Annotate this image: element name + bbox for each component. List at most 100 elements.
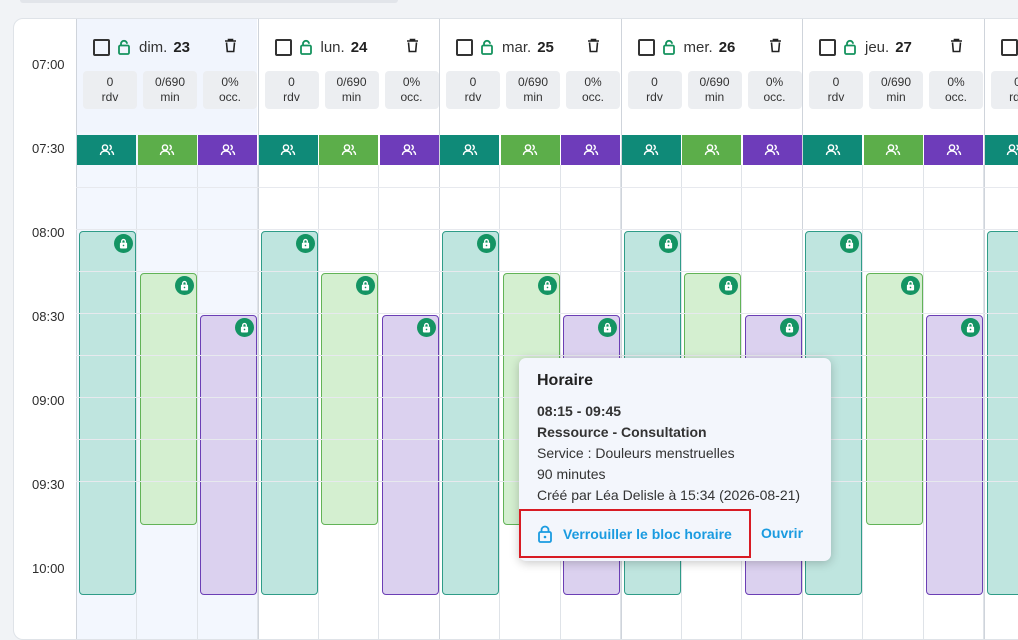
popover-duration: 90 minutes — [537, 466, 605, 482]
schedule-block[interactable] — [200, 315, 257, 595]
stat-label: occ. — [203, 90, 257, 105]
day-header: jeu.270rdv0/690min0%occ. — [803, 19, 983, 132]
day-title: mer.26 — [638, 37, 736, 57]
stat-label: min — [869, 90, 923, 105]
resource-green-button[interactable] — [864, 135, 923, 165]
lock-time-block-button[interactable]: Verrouiller le bloc horaire — [519, 509, 751, 558]
locked-lock-icon[interactable] — [296, 234, 315, 253]
trash-icon[interactable] — [406, 38, 419, 53]
resource-teal-button[interactable] — [259, 135, 318, 165]
trash-icon[interactable] — [769, 38, 782, 53]
day-header: lun.240rdv0/690min0%occ. — [259, 19, 439, 132]
stat-value: 0 — [446, 75, 500, 90]
schedule-block[interactable] — [987, 231, 1018, 595]
stat-label: rdv — [991, 90, 1018, 105]
schedule-block[interactable] — [442, 231, 499, 595]
resource-purple-button[interactable] — [198, 135, 257, 165]
resource-purple-button[interactable] — [380, 135, 439, 165]
schedule-block[interactable] — [321, 273, 378, 525]
locked-lock-icon[interactable] — [235, 318, 254, 337]
locked-lock-icon[interactable] — [719, 276, 738, 295]
resource-teal-button[interactable] — [440, 135, 499, 165]
schedule-block[interactable] — [140, 273, 197, 525]
resource-teal-button[interactable] — [985, 135, 1018, 165]
checkbox-icon[interactable] — [93, 39, 110, 56]
schedule-block[interactable] — [926, 315, 983, 595]
resource-purple-button[interactable] — [924, 135, 983, 165]
resource-green-button[interactable] — [501, 135, 560, 165]
resource-buttons — [985, 135, 1018, 165]
locked-lock-icon[interactable] — [538, 276, 557, 295]
locked-lock-icon[interactable] — [175, 276, 194, 295]
time-label: 07:30 — [32, 141, 65, 156]
stat-label: min — [506, 90, 560, 105]
people-icon — [825, 144, 841, 156]
stat-value: 0/690 — [869, 75, 923, 90]
stat-label: rdv — [446, 90, 500, 105]
checkbox-icon[interactable] — [275, 39, 292, 56]
checkbox-icon[interactable] — [638, 39, 655, 56]
checkbox-icon[interactable] — [456, 39, 473, 56]
schedule-block[interactable] — [261, 231, 318, 595]
stat-label: min — [325, 90, 379, 105]
lock-icon — [537, 525, 553, 543]
grid-line — [76, 187, 1018, 188]
day-stat: 0%occ. — [385, 71, 439, 109]
locked-lock-icon[interactable] — [598, 318, 617, 337]
day-name: dim. — [139, 39, 167, 56]
resource-teal-button[interactable] — [77, 135, 136, 165]
locked-lock-icon[interactable] — [356, 276, 375, 295]
locked-lock-icon[interactable] — [114, 234, 133, 253]
locked-lock-icon[interactable] — [477, 234, 496, 253]
lock-icon[interactable] — [480, 39, 494, 55]
trash-icon[interactable] — [587, 38, 600, 53]
day-header: 0rdv0/690min0%occ. — [985, 19, 1018, 132]
day-stat: 0/690min — [143, 71, 197, 109]
people-icon — [401, 144, 417, 156]
trash-icon[interactable] — [224, 38, 237, 53]
schedule-block[interactable] — [382, 315, 439, 595]
resource-buttons — [803, 135, 983, 165]
day-stat: 0/690min — [869, 71, 923, 109]
resource-green-button[interactable] — [682, 135, 741, 165]
day-stat: 0rdv — [628, 71, 682, 109]
resource-teal-button[interactable] — [622, 135, 681, 165]
people-icon — [643, 144, 659, 156]
open-button[interactable]: Ouvrir — [761, 525, 803, 541]
checkbox-icon[interactable] — [819, 39, 836, 56]
popover-resource: Ressource - Consultation — [537, 424, 707, 440]
stat-label: rdv — [628, 90, 682, 105]
locked-lock-icon[interactable] — [840, 234, 859, 253]
resource-teal-button[interactable] — [803, 135, 862, 165]
resource-purple-button[interactable] — [561, 135, 620, 165]
schedule-block[interactable] — [866, 273, 923, 525]
stat-value: 0/690 — [506, 75, 560, 90]
lock-icon[interactable] — [843, 39, 857, 55]
checkbox-icon[interactable] — [1001, 39, 1018, 56]
schedule-block[interactable] — [79, 231, 136, 595]
resource-green-button[interactable] — [138, 135, 197, 165]
locked-lock-icon[interactable] — [417, 318, 436, 337]
locked-lock-icon[interactable] — [780, 318, 799, 337]
stat-label: rdv — [809, 90, 863, 105]
day-name: mer. — [684, 39, 713, 56]
grid-line — [76, 271, 1018, 272]
resource-purple-button[interactable] — [743, 135, 802, 165]
time-gutter: 07:0007:3008:0008:3009:0009:3010:00 — [14, 19, 76, 639]
popover-service: Service : Douleurs menstruelles — [537, 445, 735, 461]
lock-icon[interactable] — [662, 39, 676, 55]
lock-icon[interactable] — [117, 39, 131, 55]
popover-created-by: Créé par Léa Delisle à 15:34 (2026-08-21… — [537, 487, 800, 503]
locked-lock-icon[interactable] — [901, 276, 920, 295]
locked-lock-icon[interactable] — [659, 234, 678, 253]
lock-icon[interactable] — [299, 39, 313, 55]
calendar-week-view: 07:0007:3008:0008:3009:0009:3010:00 dim.… — [13, 18, 1018, 640]
people-icon — [280, 144, 296, 156]
day-header: mer.260rdv0/690min0%occ. — [622, 19, 802, 132]
stat-value: 0% — [385, 75, 439, 90]
people-icon — [704, 144, 720, 156]
trash-icon[interactable] — [950, 38, 963, 53]
locked-lock-icon[interactable] — [961, 318, 980, 337]
day-stat: 0rdv — [991, 71, 1018, 109]
resource-green-button[interactable] — [319, 135, 378, 165]
